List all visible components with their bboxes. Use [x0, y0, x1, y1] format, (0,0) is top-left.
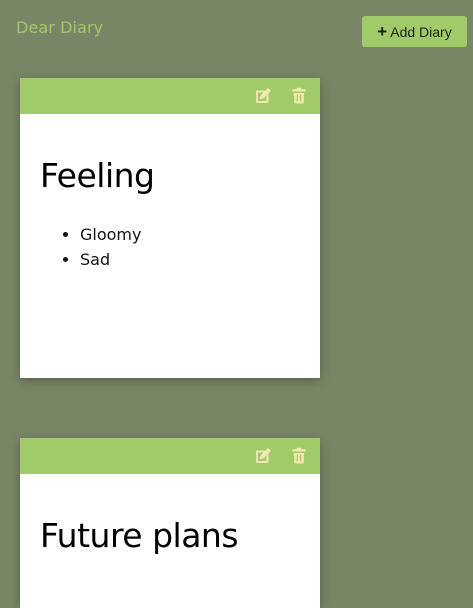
edit-icon[interactable] [254, 87, 272, 105]
plus-icon: + [377, 22, 388, 41]
diary-card: Future plans [20, 438, 320, 608]
add-diary-label: Add Diary [390, 23, 452, 40]
card-header [20, 438, 320, 474]
card-title: Feeling [40, 156, 155, 195]
card-body: Feeling Gloomy Sad [20, 114, 320, 272]
card-list: Gloomy Sad [40, 222, 300, 272]
trash-icon[interactable] [290, 87, 308, 105]
card-header [20, 78, 320, 114]
list-item: Gloomy [80, 222, 300, 247]
edit-icon[interactable] [254, 447, 272, 465]
add-diary-button[interactable]: + Add Diary [362, 16, 467, 47]
trash-icon[interactable] [290, 447, 308, 465]
card-title: Future plans [40, 516, 239, 555]
list-item: Sad [80, 247, 300, 272]
diary-card: Feeling Gloomy Sad [20, 78, 320, 378]
card-body: Future plans [20, 474, 320, 556]
app-title: Dear Diary [16, 18, 104, 37]
